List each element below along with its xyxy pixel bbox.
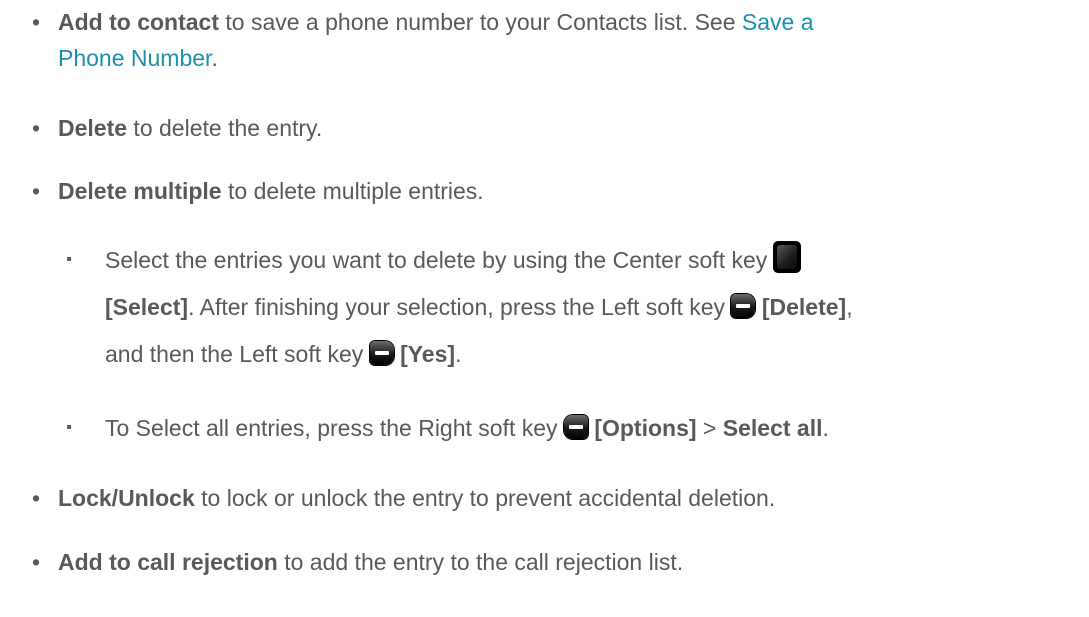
list-item-add-to-contact-cont: Phone Number. [0, 44, 1089, 72]
sub-bullet: ▪ [66, 251, 72, 268]
list-item-delete: • Delete to delete the entry. [0, 114, 1089, 142]
sub-item-text: . [455, 341, 462, 367]
term-delete-multiple: Delete multiple [58, 178, 222, 204]
key-label-select: [Select] [105, 294, 189, 320]
item-text: to add the entry to the call rejection l… [277, 549, 684, 575]
key-label-options: [Options] [594, 415, 697, 441]
center-soft-key-icon [773, 241, 800, 272]
sub-item-text: . [822, 415, 829, 441]
sub-item-text: To Select all entries, press the Right s… [105, 415, 564, 441]
bullet: • [31, 485, 41, 511]
sub-item-select-all: ▪ To Select all entries, press the Right… [0, 414, 1089, 442]
left-soft-key-icon [369, 340, 394, 365]
term-select-all: Select all [722, 415, 823, 441]
bullet: • [31, 9, 41, 35]
list-item-add-to-call-rejection: • Add to call rejection to add the entry… [0, 548, 1089, 576]
list-item-add-to-contact: • Add to contact to save a phone number … [0, 8, 1089, 36]
item-text: to delete multiple entries. [221, 178, 484, 204]
item-text: to delete the entry. [127, 115, 323, 141]
link-save-phone-number[interactable]: Save a [742, 9, 814, 35]
term-add-to-contact: Add to contact [58, 9, 219, 35]
right-soft-key-icon [563, 414, 588, 439]
sub-item-text: , [846, 294, 853, 320]
list-item-delete-multiple: • Delete multiple to delete multiple ent… [0, 177, 1089, 205]
item-text: to lock or unlock the entry to prevent a… [194, 485, 776, 511]
term-delete: Delete [58, 115, 128, 141]
key-label-delete: [Delete] [761, 294, 847, 320]
item-text-end: . [211, 45, 218, 71]
term-lock-unlock: Lock/Unlock [58, 485, 195, 511]
sub-item-select-entries: ▪ Select the entries you want to delete … [0, 241, 1089, 274]
bullet: • [31, 549, 41, 575]
list-item-lock-unlock: • Lock/Unlock to lock or unlock the entr… [0, 484, 1089, 512]
sub-item-select-entries-cont2: and then the Left soft key [Yes]. [0, 340, 1089, 368]
link-save-phone-number-cont[interactable]: Phone Number [58, 45, 211, 71]
sub-bullet: ▪ [66, 419, 72, 436]
sub-item-select-entries-cont1: [Select]. After finishing your selection… [0, 293, 1089, 321]
sub-item-text: Select the entries you want to delete by… [105, 247, 774, 273]
term-add-to-call-rejection: Add to call rejection [58, 549, 278, 575]
sub-item-text: > [696, 415, 723, 441]
left-soft-key-icon [731, 293, 756, 318]
sub-item-text: . After finishing your selection, press … [188, 294, 732, 320]
item-text: to save a phone number to your Contacts … [219, 9, 742, 35]
bullet: • [31, 178, 41, 204]
key-label-yes: [Yes] [400, 341, 456, 367]
bullet: • [31, 115, 41, 141]
sub-item-text: and then the Left soft key [105, 341, 370, 367]
